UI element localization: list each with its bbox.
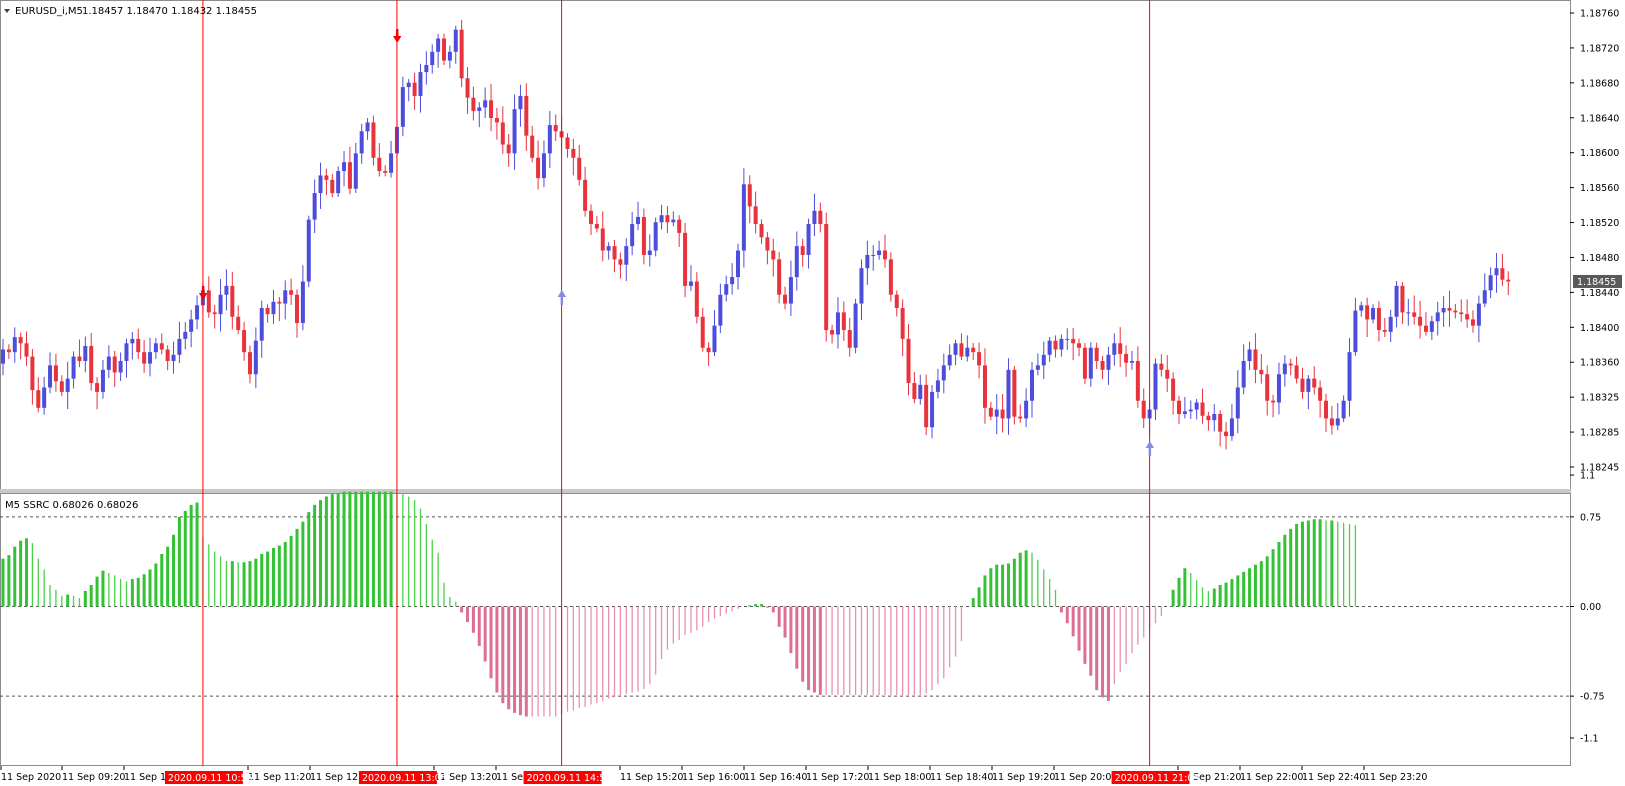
candle (306, 215, 311, 288)
time-tick-label: 11 Sep 23:20 (1364, 772, 1427, 783)
candle (459, 19, 464, 88)
price-tick-label: 1.18325 (1580, 393, 1619, 404)
indicator-tick-label: 1.1 (1580, 471, 1595, 482)
price-tick-label: 1.18640 (1580, 113, 1619, 124)
indicator-tick-label: 0.00 (1580, 602, 1601, 613)
time-tick-label: 11 Sep 22:40 (1302, 772, 1365, 783)
time-tick-label: 11 Sep 22:00 (1240, 772, 1303, 783)
indicator-title: M5 SSRC 0.68026 0.68026 (5, 500, 138, 511)
price-tick-label: 1.18720 (1580, 43, 1619, 54)
time-marker-label: 2020.09.11 10:55 (168, 773, 253, 784)
time-tick-label: 11 Sep 16:00 (682, 772, 745, 783)
price-tick-label: 1.18560 (1580, 183, 1619, 194)
time-marker-label: 2020.09.11 13:05 (362, 773, 447, 784)
mt4-chart[interactable]: 1.18760 1.18720 1.18680 1.18640 1.18600 1.185… (0, 0, 1625, 786)
candle (888, 252, 893, 302)
price-tick-label: 1.18285 (1580, 428, 1619, 439)
chart-background (0, 0, 1625, 786)
time-tick-label: 11 Sep 16:40 (744, 772, 807, 783)
time-marker-label: 2020.09.11 14:55 (527, 773, 612, 784)
price-tick-label: 1.18760 (1580, 9, 1619, 20)
current-price-value: 1.18455 (1577, 277, 1616, 288)
candle (853, 298, 858, 354)
price-tick-label: 1.18400 (1580, 323, 1619, 334)
price-tick-label: 1.18480 (1580, 253, 1619, 264)
time-tick-label: 11 Sep 19:20 (992, 772, 1055, 783)
candle (1012, 366, 1017, 425)
time-tick-label: 11 Sep 09:20 (62, 772, 125, 783)
time-tick-label: 11 Sep 15:20 (620, 772, 683, 783)
indicator-tick-label: -1.1 (1580, 733, 1599, 744)
pane-separator[interactable] (0, 489, 1571, 493)
indicator-tick-label: 0.75 (1580, 512, 1601, 523)
candle (824, 212, 829, 342)
price-tick-label: 1.18440 (1580, 288, 1619, 299)
symbol-label: EURUSD_i,M5 (15, 6, 83, 17)
price-tick-label: 1.18360 (1580, 358, 1619, 369)
ohlc-values: 1.18457 1.18470 1.18432 1.18455 (82, 6, 257, 17)
candle (1082, 343, 1087, 385)
price-tick-label: 1.18520 (1580, 218, 1619, 229)
time-tick-label: 11 Sep 17:20 (806, 772, 869, 783)
time-marker-label: 2020.09.11 21:05 (1115, 773, 1200, 784)
time-tick-label: 11 Sep 20:00 (1054, 772, 1117, 783)
indicator-tick-label: -0.75 (1580, 692, 1605, 703)
time-tick-label: 11 Sep 11:20 (248, 772, 311, 783)
price-tick-label: 1.18680 (1580, 78, 1619, 89)
time-tick-label: 11 Sep 18:00 (868, 772, 931, 783)
time-tick-label: 11 Sep 18:40 (930, 772, 993, 783)
time-tick-label: 11 Sep 2020 (1, 772, 61, 783)
price-tick-label: 1.18600 (1580, 148, 1619, 159)
